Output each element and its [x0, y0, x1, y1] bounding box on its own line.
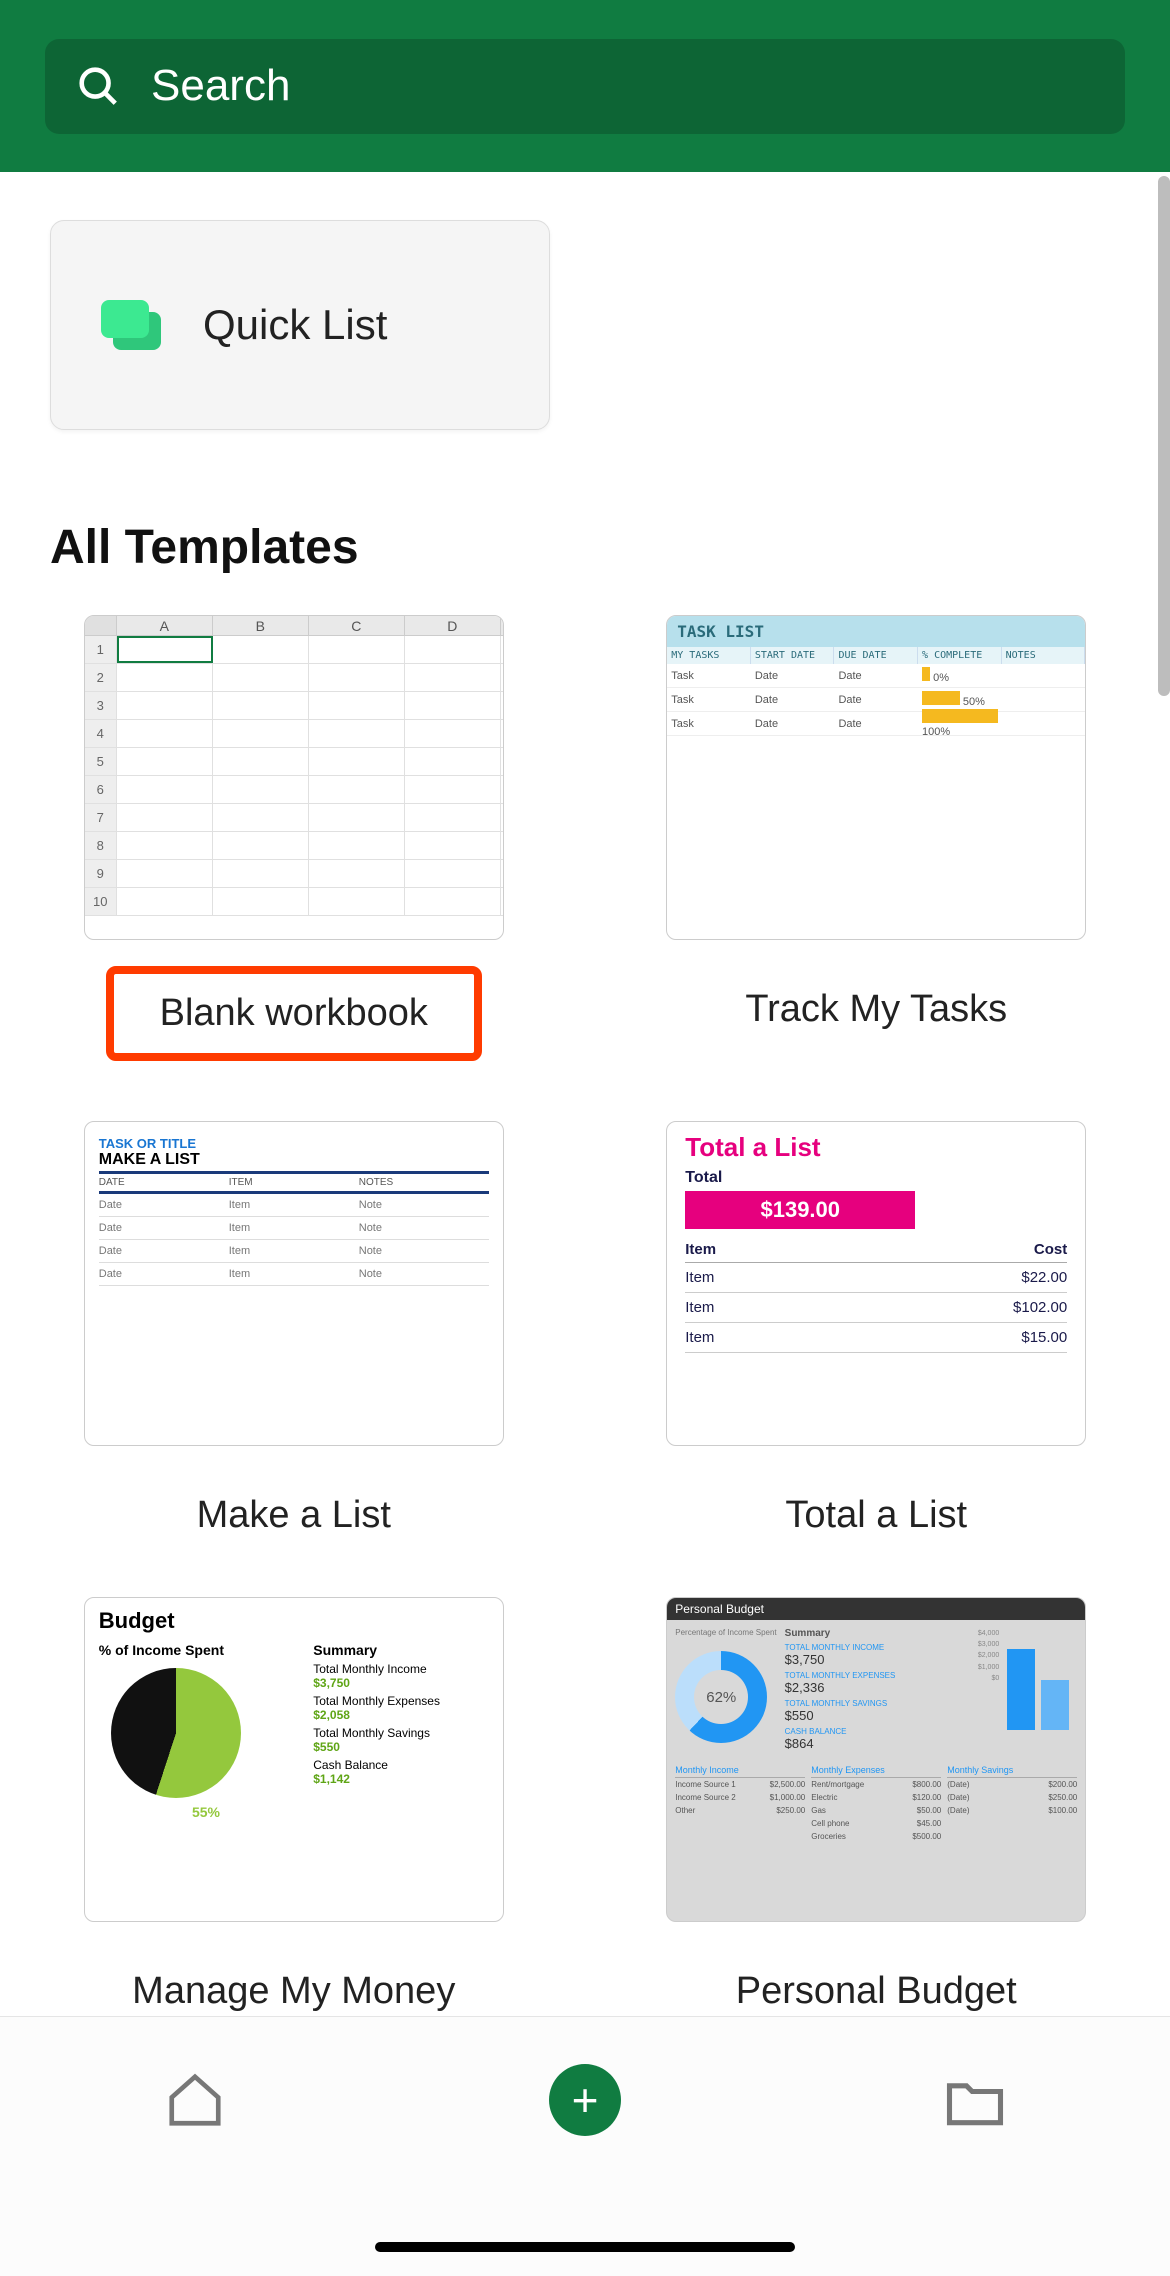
pbudget-title: Personal Budget [667, 1598, 1085, 1620]
makelist-task-label: TASK OR TITLE [99, 1136, 489, 1151]
template-track-my-tasks[interactable]: TASK LIST MY TASKSSTART DATEDUE DATE% CO… [633, 615, 1121, 1061]
tasks-title: TASK LIST [667, 616, 1085, 647]
quick-list-label: Quick List [203, 301, 387, 349]
makelist-title: MAKE A LIST [99, 1151, 489, 1174]
totallist-total: $139.00 [685, 1191, 915, 1229]
search-icon [75, 63, 121, 109]
donut-icon: 62% [675, 1651, 767, 1743]
template-label-manage-my-money: Manage My Money [132, 1970, 455, 2013]
template-manage-my-money[interactable]: Budget % of Income Spent 55% Summary Tot… [50, 1597, 538, 2013]
section-title-all-templates: All Templates [50, 520, 1120, 575]
pie-icon [111, 1668, 241, 1798]
bar-chart-icon [1007, 1640, 1077, 1730]
home-button[interactable] [150, 2055, 240, 2145]
pbudget-subtitle: Percentage of Income Spent [675, 1628, 776, 1637]
budget-title: Budget [99, 1608, 489, 1634]
thumb-manage-my-money: Budget % of Income Spent 55% Summary Tot… [84, 1597, 504, 1922]
totallist-title: Total a List [685, 1132, 1067, 1163]
thumb-personal-budget: Personal Budget Percentage of Income Spe… [666, 1597, 1086, 1922]
templates-grid: ABCD 12345678910 Blank workbook TASK LIS… [50, 615, 1120, 2013]
template-blank-workbook[interactable]: ABCD 12345678910 Blank workbook [50, 615, 538, 1061]
content-area: Quick List All Templates ABCD 1234567891… [0, 172, 1170, 2022]
budget-left-label: % of Income Spent [99, 1642, 314, 1658]
new-button[interactable]: + [540, 2055, 630, 2145]
template-label-personal-budget: Personal Budget [736, 1970, 1017, 2013]
quick-list-icon [101, 300, 163, 350]
template-make-a-list[interactable]: TASK OR TITLE MAKE A LIST DATEITEMNOTES … [50, 1121, 538, 1537]
folder-icon [941, 2066, 1009, 2134]
bottom-nav: + [0, 2016, 1170, 2276]
budget-percent: 55% [99, 1804, 314, 1820]
template-personal-budget[interactable]: Personal Budget Percentage of Income Spe… [633, 1597, 1121, 2013]
app-header: Search [0, 0, 1170, 172]
template-label-total-a-list: Total a List [785, 1494, 967, 1537]
thumb-total-a-list: Total a List Total $139.00 Item Cost Ite… [666, 1121, 1086, 1446]
search-placeholder: Search [151, 61, 290, 111]
pbudget-donut-pct: 62% [706, 1689, 736, 1706]
budget-right-label: Summary [313, 1642, 489, 1658]
plus-icon: + [549, 2064, 621, 2136]
pbudget-summary-label: Summary [785, 1628, 970, 1639]
template-label-track-my-tasks: Track My Tasks [745, 988, 1007, 1031]
home-icon [164, 2069, 226, 2131]
totallist-header-cost: Cost [1034, 1241, 1067, 1258]
quick-list-card[interactable]: Quick List [50, 220, 550, 430]
thumb-make-a-list: TASK OR TITLE MAKE A LIST DATEITEMNOTES … [84, 1121, 504, 1446]
folder-button[interactable] [930, 2055, 1020, 2145]
search-bar[interactable]: Search [45, 39, 1125, 134]
totallist-header-item: Item [685, 1241, 716, 1258]
home-indicator [375, 2242, 795, 2252]
template-total-a-list[interactable]: Total a List Total $139.00 Item Cost Ite… [633, 1121, 1121, 1537]
thumb-blank-workbook: ABCD 12345678910 [84, 615, 504, 940]
totallist-subtitle: Total [685, 1169, 1067, 1187]
template-label-make-a-list: Make a List [197, 1494, 391, 1537]
scrollbar[interactable] [1158, 176, 1170, 696]
thumb-track-my-tasks: TASK LIST MY TASKSSTART DATEDUE DATE% CO… [666, 615, 1086, 940]
template-label-blank-workbook: Blank workbook [106, 966, 482, 1061]
